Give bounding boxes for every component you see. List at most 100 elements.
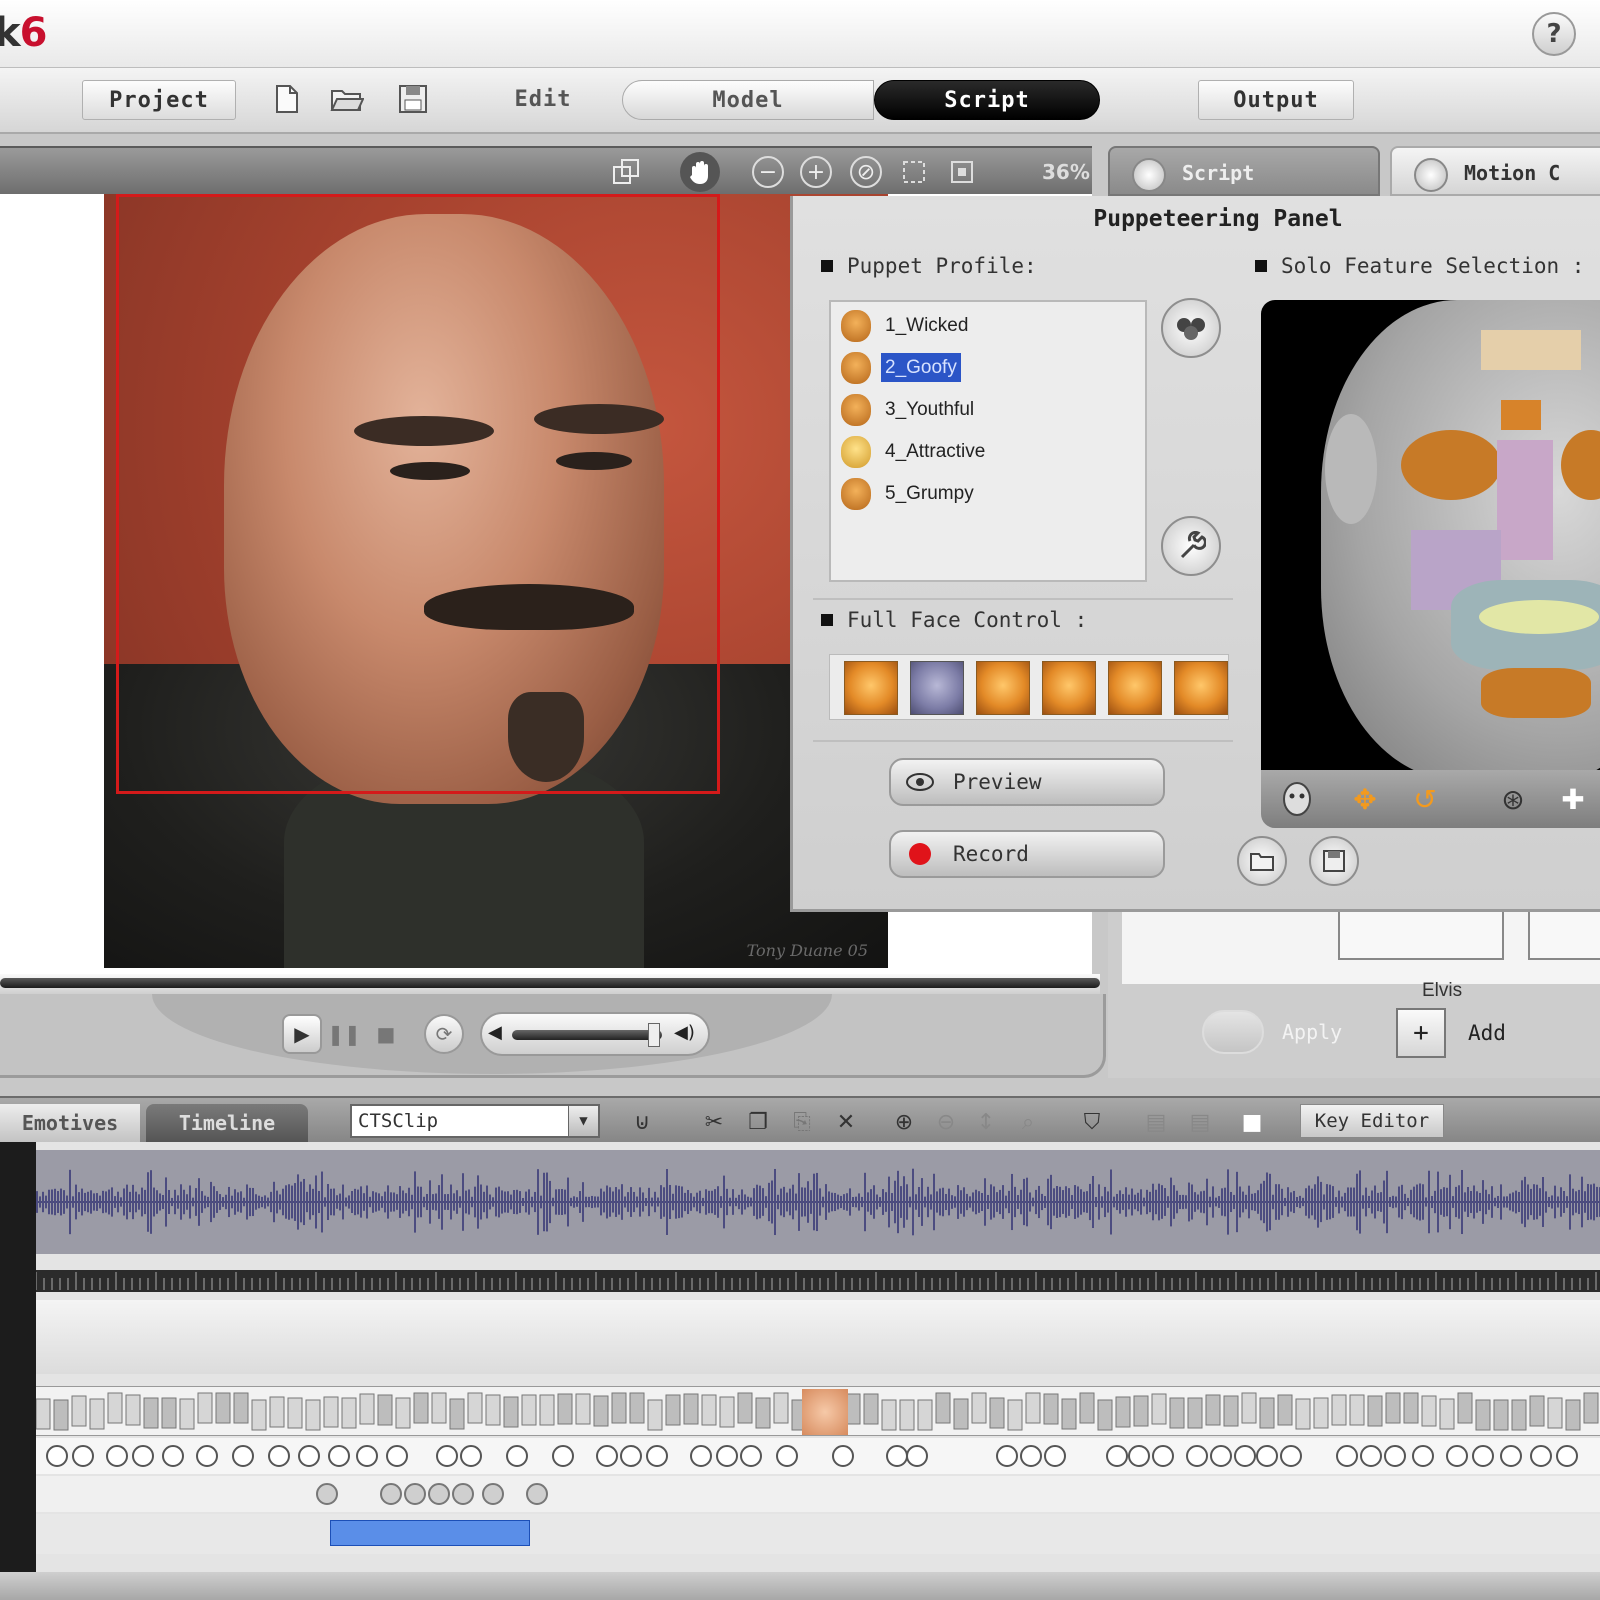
content-thumb[interactable] bbox=[1338, 912, 1504, 960]
viseme-block[interactable] bbox=[989, 1397, 1005, 1429]
keyframe-track-1[interactable] bbox=[36, 1438, 1600, 1474]
keyframe[interactable] bbox=[1446, 1445, 1468, 1467]
zoom-out-icon[interactable]: − bbox=[752, 156, 784, 188]
viseme-block[interactable] bbox=[431, 1392, 447, 1424]
keyframe[interactable] bbox=[428, 1483, 450, 1505]
viseme-block[interactable] bbox=[917, 1399, 933, 1431]
viseme-block[interactable] bbox=[89, 1398, 105, 1430]
viseme-block[interactable] bbox=[1313, 1397, 1329, 1429]
viseme-block[interactable] bbox=[1061, 1398, 1077, 1430]
viseme-block[interactable] bbox=[935, 1392, 951, 1424]
keyframe[interactable] bbox=[996, 1445, 1018, 1467]
keyframe[interactable] bbox=[268, 1445, 290, 1467]
help-button[interactable]: ? bbox=[1532, 12, 1576, 56]
viseme-track[interactable] bbox=[35, 1386, 1600, 1436]
move-icon[interactable]: ✚ bbox=[1549, 776, 1597, 822]
viseme-block[interactable] bbox=[1439, 1398, 1455, 1430]
viseme-block[interactable] bbox=[251, 1399, 267, 1431]
viseme-block[interactable] bbox=[1583, 1392, 1599, 1424]
viseme-block[interactable] bbox=[71, 1395, 87, 1427]
viseme-block[interactable] bbox=[1349, 1394, 1365, 1426]
menu-project[interactable]: Project bbox=[82, 80, 236, 120]
viseme-block[interactable] bbox=[1421, 1395, 1437, 1427]
keyframe[interactable] bbox=[906, 1445, 928, 1467]
viseme-block[interactable] bbox=[467, 1392, 483, 1424]
face-thumb-2[interactable] bbox=[910, 661, 964, 715]
chevron-down-icon[interactable]: ▼ bbox=[568, 1106, 598, 1136]
viseme-block[interactable] bbox=[845, 1393, 861, 1425]
search-icon[interactable]: ⌕ bbox=[1012, 1106, 1044, 1138]
viseme-block[interactable] bbox=[899, 1399, 915, 1431]
viseme-block[interactable] bbox=[125, 1394, 141, 1426]
viseme-block[interactable] bbox=[395, 1397, 411, 1429]
viseme-block[interactable] bbox=[665, 1394, 681, 1426]
viseme-block[interactable] bbox=[953, 1398, 969, 1430]
viseme-block[interactable] bbox=[593, 1395, 609, 1427]
viseme-block[interactable] bbox=[35, 1398, 51, 1430]
rotate-icon[interactable]: ✥ bbox=[1341, 776, 1389, 822]
selected-keyframes[interactable] bbox=[330, 1520, 530, 1546]
viseme-block[interactable] bbox=[1295, 1398, 1311, 1430]
keyframe[interactable] bbox=[690, 1445, 712, 1467]
viseme-block[interactable] bbox=[1277, 1394, 1293, 1426]
keyframe[interactable] bbox=[646, 1445, 668, 1467]
keyframe[interactable] bbox=[132, 1445, 154, 1467]
tab-emotives[interactable]: Emotives bbox=[0, 1104, 140, 1142]
viseme-block[interactable] bbox=[161, 1397, 177, 1429]
keyframe[interactable] bbox=[1280, 1445, 1302, 1467]
keyframe[interactable] bbox=[1336, 1445, 1358, 1467]
playback-progress[interactable] bbox=[0, 974, 1100, 994]
keyframe[interactable] bbox=[596, 1445, 618, 1467]
viseme-block[interactable] bbox=[287, 1397, 303, 1429]
selection-track[interactable] bbox=[36, 1514, 1600, 1554]
keyframe[interactable] bbox=[1472, 1445, 1494, 1467]
clip-select[interactable]: CTSClip ▼ bbox=[350, 1104, 600, 1138]
list-item[interactable]: 2_Goofy bbox=[841, 352, 961, 388]
menu-script[interactable]: Script bbox=[874, 80, 1100, 120]
viseme-block[interactable] bbox=[521, 1394, 537, 1426]
fit-timeline-icon[interactable]: ↕ bbox=[970, 1106, 1002, 1138]
viseme-block[interactable] bbox=[647, 1399, 663, 1431]
list-item[interactable]: 3_Youthful bbox=[841, 394, 978, 430]
pan-hand-icon[interactable] bbox=[680, 152, 720, 192]
keyframe[interactable] bbox=[1106, 1445, 1128, 1467]
viseme-block[interactable] bbox=[1151, 1393, 1167, 1425]
keyframe[interactable] bbox=[1152, 1445, 1174, 1467]
face-thumb-1[interactable] bbox=[844, 661, 898, 715]
keyframe[interactable] bbox=[1020, 1445, 1042, 1467]
viseme-block[interactable] bbox=[1547, 1397, 1563, 1429]
face-thumb-6[interactable] bbox=[1174, 661, 1228, 715]
chin-region[interactable] bbox=[1481, 668, 1591, 718]
viseme-block[interactable] bbox=[539, 1394, 555, 1426]
new-file-icon[interactable] bbox=[270, 82, 304, 116]
viseme-block[interactable] bbox=[377, 1394, 393, 1426]
preview-button[interactable]: Preview bbox=[889, 758, 1165, 806]
reset-zoom-icon[interactable]: ⊘ bbox=[850, 156, 882, 188]
viseme-block[interactable] bbox=[1115, 1396, 1131, 1428]
keyframe[interactable] bbox=[1500, 1445, 1522, 1467]
puppet-profile-list[interactable]: 1_Wicked 2_Goofy 3_Youthful 4_Attractive… bbox=[829, 300, 1147, 582]
keyframe[interactable] bbox=[232, 1445, 254, 1467]
face-mask-icon[interactable] bbox=[1273, 776, 1321, 822]
menu-output[interactable]: Output bbox=[1198, 80, 1354, 120]
delete-icon[interactable]: ✕ bbox=[830, 1106, 862, 1138]
viseme-block[interactable] bbox=[485, 1394, 501, 1426]
load-folder-icon[interactable] bbox=[1237, 836, 1287, 886]
zoom-timeline-out-icon[interactable]: ⊖ bbox=[930, 1106, 962, 1138]
list-item[interactable]: 5_Grumpy bbox=[841, 478, 978, 514]
play-icon[interactable]: ▶ bbox=[282, 1014, 322, 1054]
forehead-region[interactable] bbox=[1481, 330, 1581, 370]
viseme-block[interactable] bbox=[1259, 1397, 1275, 1429]
stop-icon[interactable]: ■ bbox=[366, 1014, 406, 1054]
viseme-block[interactable] bbox=[1511, 1399, 1527, 1431]
viseme-block[interactable] bbox=[449, 1398, 465, 1430]
face-detection-frame[interactable] bbox=[116, 194, 720, 794]
keyframe[interactable] bbox=[1186, 1445, 1208, 1467]
viseme-block[interactable] bbox=[1331, 1394, 1347, 1426]
viseme-block[interactable] bbox=[1205, 1394, 1221, 1426]
viseme-block[interactable] bbox=[1475, 1399, 1491, 1431]
viseme-block[interactable] bbox=[503, 1396, 519, 1428]
keyframe[interactable] bbox=[740, 1445, 762, 1467]
viseme-block[interactable] bbox=[1403, 1392, 1419, 1424]
keyframe[interactable] bbox=[716, 1445, 738, 1467]
